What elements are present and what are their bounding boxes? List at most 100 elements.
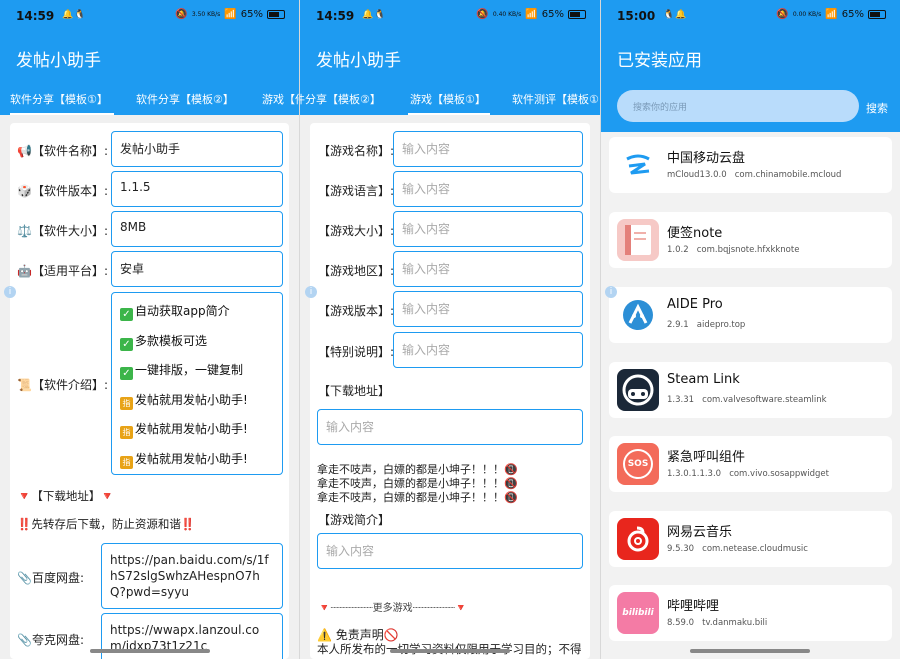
status-time: 15:00 <box>617 9 656 23</box>
search-input[interactable]: 搜索你的应用 <box>617 90 859 122</box>
mute-icon: 🔕 <box>776 9 789 20</box>
gamepad-icon <box>617 369 659 411</box>
app-meta: 1.3.31 com.valvesoftware.steamlink <box>667 395 827 405</box>
field-label: 📢【软件名称】: <box>17 144 108 158</box>
field-label: ⚖️【软件大小】: <box>17 224 108 238</box>
app-list-item[interactable]: 便签note 1.0.2 com.bqjsnote.hfxkknote <box>609 212 892 268</box>
mute-icon: 🔕 <box>175 9 188 20</box>
app-list-item[interactable]: 网易云音乐 9.5.30 com.netease.cloudmusic <box>609 511 892 567</box>
check-icon: ✓ <box>120 308 133 321</box>
download-label: 【下载地址】 <box>318 384 391 398</box>
game-name-input[interactable]: 输入内容 <box>393 131 583 167</box>
battery-icon <box>267 10 285 19</box>
app-name: 哔哩哔哩 <box>667 599 720 614</box>
app-meta: 8.59.0 tv.danmaku.bili <box>667 618 768 628</box>
app-title: 发帖小助手 <box>16 51 101 71</box>
battery-text: 65% <box>240 9 263 20</box>
app-name: 紧急呼叫组件 <box>667 450 746 465</box>
battery-icon <box>868 10 886 19</box>
baidu-label: 📎百度网盘: <box>17 571 84 585</box>
app-meta: 2.9.1 aidepro.top <box>667 320 746 330</box>
field-label: 【特别说明】: <box>318 345 395 359</box>
tab-game[interactable]: 游戏【件 <box>262 91 299 107</box>
intro-line: ✓ 一键排版，一键复制 <box>120 356 274 386</box>
tab-bar: 软件分享【模板①】 软件分享【模板②】 游戏【件 <box>0 82 299 115</box>
game-intro-label: 【游戏简介】 <box>318 513 391 527</box>
signal-icon: 📶 <box>224 9 237 20</box>
intro-line: 指发帖就用发帖小助手! <box>120 415 274 445</box>
platform-input[interactable]: 安卓 <box>111 251 283 287</box>
notebook-icon <box>617 219 659 261</box>
download-input[interactable]: 输入内容 <box>317 409 583 445</box>
bilibili-icon: bilibili <box>617 592 659 634</box>
app-meta: 1.0.2 com.bqjsnote.hfxkknote <box>667 245 800 255</box>
check-icon: ✓ <box>120 337 133 351</box>
game-region-input[interactable]: 输入内容 <box>393 251 583 287</box>
game-language-input[interactable]: 输入内容 <box>393 171 583 207</box>
intro-line: ✓ 多款模板可选 <box>120 327 274 357</box>
warn-line: 拿走不吱声，白嫖的都是小坤子！！！📵 <box>317 491 518 504</box>
baidu-link-input[interactable]: https://pan.baidu.com/s/1fhS72slgSwhzAHe… <box>101 543 283 609</box>
field-label: 【游戏名称】: <box>318 144 395 158</box>
quark-label: 📎夸克网盘: <box>17 633 84 647</box>
battery-text: 65% <box>541 9 564 20</box>
app-bar: 发帖小助手 <box>0 32 299 82</box>
tab-software-share-2[interactable]: 件分享【模板②】 <box>300 91 381 107</box>
info-icon[interactable]: i <box>605 286 617 298</box>
app-meta: mCloud13.0.0 com.chinamobile.mcloud <box>667 170 842 180</box>
search-button[interactable]: 搜索 <box>866 100 888 116</box>
status-time: 14:59 <box>316 9 355 23</box>
intro-textarea[interactable]: ✓ 自动获取app简介 ✓ 多款模板可选 ✓ 一键排版，一键复制 指发帖就用发帖小助手… <box>111 292 283 475</box>
game-version-input[interactable]: 输入内容 <box>393 291 583 327</box>
software-size-input[interactable]: 8MB <box>111 211 283 247</box>
tab-bar: 件分享【模板②】 游戏【模板①】 软件测评【模板① <box>300 82 600 115</box>
notification-icons: 🔔🐧 <box>362 10 387 20</box>
intro-line: 指发帖就用发帖小助手! <box>120 445 274 475</box>
status-bar: 15:00 🐧🔔 🔕 0.00 KB/s 📶 65% <box>601 0 900 32</box>
tab-game-1[interactable]: 游戏【模板①】 <box>410 91 486 107</box>
field-label: 【游戏版本】: <box>318 304 395 318</box>
field-label: 【游戏地区】: <box>318 264 395 278</box>
app-name: 中国移动云盘 <box>667 151 746 166</box>
info-icon[interactable]: i <box>4 286 16 298</box>
notification-icons: 🔔🐧 <box>62 10 87 20</box>
tab-software-share-1[interactable]: 软件分享【模板①】 <box>10 91 108 107</box>
game-intro-input[interactable]: 输入内容 <box>317 533 583 569</box>
status-time: 14:59 <box>16 9 55 23</box>
cloud-drive-icon <box>617 144 659 186</box>
software-version-input[interactable]: 1.1.5 <box>111 171 283 207</box>
app-title: 发帖小助手 <box>316 51 401 71</box>
tab-software-share-2[interactable]: 软件分享【模板②】 <box>136 91 234 107</box>
app-list-item[interactable]: bilibili 哔哩哔哩 8.59.0 tv.danmaku.bili <box>609 585 892 641</box>
phone-screen-2: 14:59 🔔🐧 🔕 0.40 KB/s 📶 65% 发帖小助手 件分享【模板②… <box>300 0 600 659</box>
status-bar: 14:59 🔔🐧 🔕 3.50 KB/s 📶 65% <box>0 0 299 32</box>
download-notice: ‼️先转存后下载，防止资源和谐‼️ <box>17 517 196 531</box>
field-label: 【游戏语言】: <box>318 184 395 198</box>
game-size-input[interactable]: 输入内容 <box>393 211 583 247</box>
app-name: Steam Link <box>667 372 740 387</box>
tab-software-review[interactable]: 软件测评【模板① <box>512 91 599 107</box>
special-note-input[interactable]: 输入内容 <box>393 332 583 368</box>
info-icon[interactable]: i <box>305 286 317 298</box>
battery-text: 65% <box>841 9 864 20</box>
active-tab-indicator <box>408 113 490 115</box>
app-list-item[interactable]: SOS 紧急呼叫组件 1.3.0.1.1.3.0 com.vivo.sosapp… <box>609 436 892 492</box>
music-icon <box>617 518 659 560</box>
field-label: 🤖【适用平台】: <box>17 264 108 278</box>
active-tab-indicator <box>10 113 114 115</box>
software-name-input[interactable]: 发帖小助手 <box>111 131 283 167</box>
signal-icon: 📶 <box>825 9 838 20</box>
app-title: 已安装应用 <box>617 51 702 71</box>
status-right: 🔕 3.50 KB/s 📶 65% <box>175 9 285 20</box>
app-list-item[interactable]: 中国移动云盘 mCloud13.0.0 com.chinamobile.mclo… <box>609 137 892 193</box>
mute-icon: 🔕 <box>476 9 489 20</box>
app-meta: 9.5.30 com.netease.cloudmusic <box>667 544 808 554</box>
app-name: 便签note <box>667 226 723 241</box>
gesture-bar <box>90 649 210 653</box>
app-list-item[interactable]: Steam Link 1.3.31 com.valvesoftware.stea… <box>609 362 892 418</box>
field-label: 【游戏大小】: <box>318 224 395 238</box>
app-list-item[interactable]: AIDE Pro 2.9.1 aidepro.top <box>609 287 892 343</box>
phone-screen-1: 14:59 🔔🐧 🔕 3.50 KB/s 📶 65% 发帖小助手 软件分享【模板… <box>0 0 299 659</box>
intro-line: ✓ 自动获取app简介 <box>120 297 274 327</box>
status-right: 🔕 0.00 KB/s 📶 65% <box>776 9 886 20</box>
